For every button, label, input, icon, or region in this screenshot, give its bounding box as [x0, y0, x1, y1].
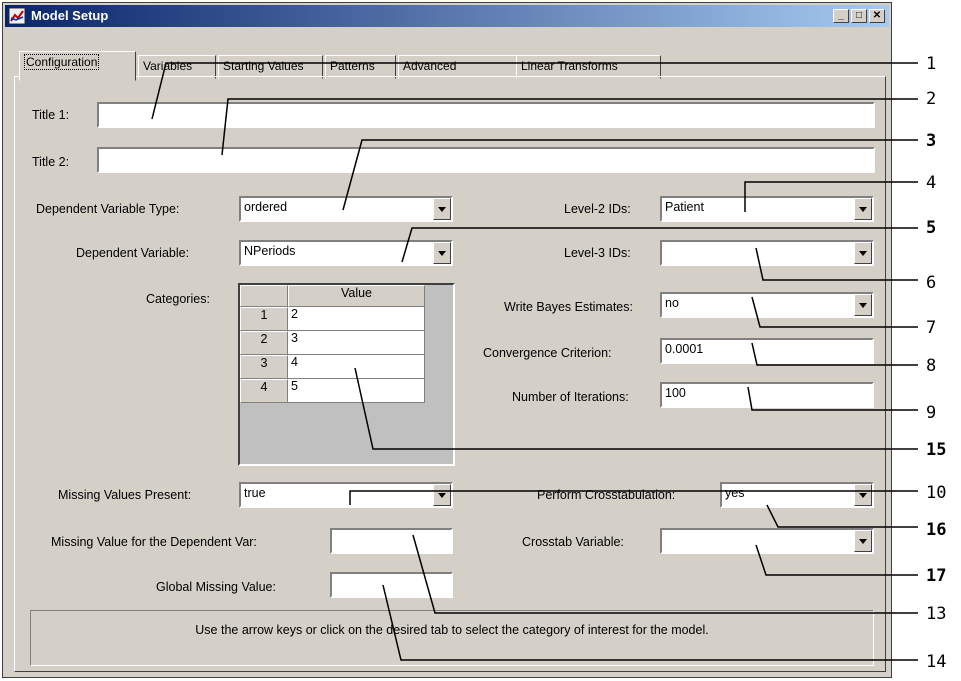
callout-number: 8 [926, 356, 937, 376]
minimize-button[interactable]: _ [833, 9, 849, 23]
crosstab-var-label: Crosstab Variable: [522, 535, 624, 549]
grid-cell[interactable]: 3 [288, 331, 425, 355]
chevron-down-icon[interactable] [433, 198, 451, 220]
crosstab-label: Perform Crosstabulation: [537, 488, 676, 502]
categories-label: Categories: [146, 292, 210, 306]
level3-label: Level-3 IDs: [564, 246, 631, 260]
callout-number: 15 [926, 440, 947, 460]
level3-select[interactable] [660, 240, 874, 266]
level2-select[interactable]: Patient [660, 196, 874, 222]
dep-type-select[interactable]: ordered [239, 196, 453, 222]
callout-number: 17 [926, 566, 947, 586]
level2-label: Level-2 IDs: [564, 202, 631, 216]
callout-number: 6 [926, 273, 937, 293]
status-box: Use the arrow keys or click on the desir… [30, 610, 874, 666]
callout-number: 16 [926, 520, 947, 540]
missing-dep-label: Missing Value for the Dependent Var: [51, 535, 257, 549]
chevron-down-icon[interactable] [854, 242, 872, 264]
callout-number: 4 [926, 173, 937, 193]
missing-dep-input[interactable] [330, 528, 453, 554]
missing-present-select[interactable]: true [239, 482, 453, 508]
callout-number: 2 [926, 89, 937, 109]
dep-var-label: Dependent Variable: [76, 246, 190, 260]
title2-input[interactable] [97, 147, 875, 173]
window-title: Model Setup [31, 8, 109, 23]
callout-number: 10 [926, 483, 947, 503]
global-missing-label: Global Missing Value: [156, 580, 276, 594]
app-icon [9, 8, 25, 24]
callout-number: 13 [926, 604, 947, 624]
title1-input[interactable] [97, 102, 875, 128]
status-text: Use the arrow keys or click on the desir… [195, 623, 709, 637]
chevron-down-icon[interactable] [854, 198, 872, 220]
dep-var-select[interactable]: NPeriods [239, 240, 453, 266]
grid-row-header: 1 [240, 307, 288, 331]
crosstab-select[interactable]: yes [720, 482, 874, 508]
title2-label: Title 2: [32, 155, 70, 169]
iterations-input[interactable]: 100 [660, 382, 874, 408]
close-button[interactable]: ✕ [869, 9, 885, 23]
dep-type-label: Dependent Variable Type: [36, 202, 180, 216]
grid-cell[interactable]: 4 [288, 355, 425, 379]
grid-header-value: Value [288, 285, 425, 307]
callout-number: 3 [926, 131, 937, 151]
chevron-down-icon[interactable] [433, 242, 451, 264]
chevron-down-icon[interactable] [433, 484, 451, 506]
title-bar[interactable]: Model Setup _ □ ✕ [5, 5, 889, 27]
convergence-input[interactable]: 0.0001 [660, 338, 874, 364]
grid-row-header: 3 [240, 355, 288, 379]
callout-number: 5 [926, 218, 937, 238]
tab-configuration[interactable]: Configuration [19, 51, 136, 81]
callout-number: 1 [926, 54, 937, 74]
chevron-down-icon[interactable] [854, 294, 872, 316]
grid-cell[interactable]: 5 [288, 379, 425, 403]
chevron-down-icon[interactable] [854, 530, 872, 552]
chevron-down-icon[interactable] [854, 484, 872, 506]
grid-row-header: 2 [240, 331, 288, 355]
title1-label: Title 1: [32, 108, 70, 122]
grid-corner [240, 285, 288, 307]
callout-number: 9 [926, 403, 937, 423]
convergence-label: Convergence Criterion: [483, 346, 612, 360]
categories-grid: Value 1 2 2 3 3 4 4 5 [238, 283, 455, 466]
callout-number: 14 [926, 652, 947, 672]
grid-cell[interactable]: 2 [288, 307, 425, 331]
callout-number: 7 [926, 318, 937, 338]
bayes-label: Write Bayes Estimates: [504, 300, 633, 314]
grid-row-header: 4 [240, 379, 288, 403]
crosstab-var-select[interactable] [660, 528, 874, 554]
global-missing-input[interactable] [330, 572, 453, 598]
maximize-button[interactable]: □ [851, 9, 867, 23]
iterations-label: Number of Iterations: [512, 390, 629, 404]
bayes-select[interactable]: no [660, 292, 874, 318]
missing-present-label: Missing Values Present: [58, 488, 192, 502]
